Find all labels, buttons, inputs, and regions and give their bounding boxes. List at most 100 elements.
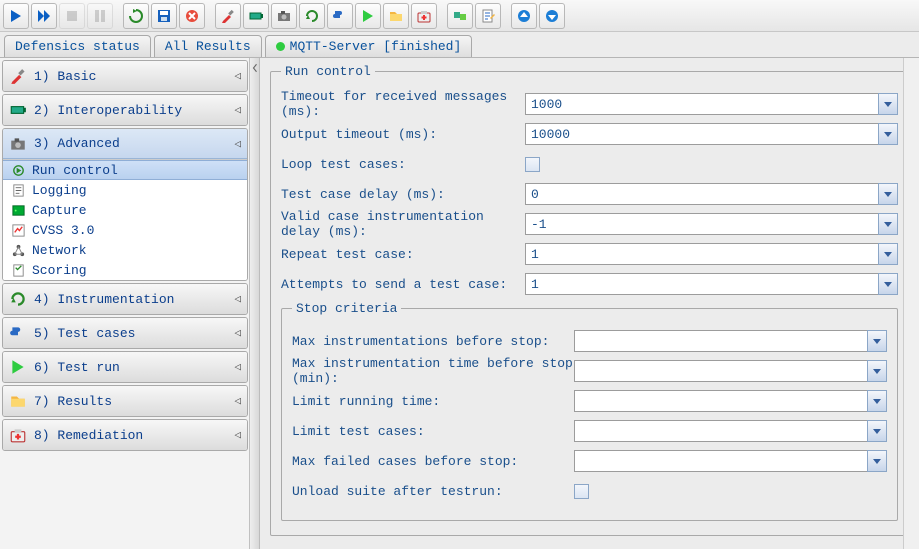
step-icon — [36, 8, 52, 24]
sidebar-section-0[interactable]: 1) Basic◁ — [3, 61, 247, 91]
field-label: Output timeout (ms): — [281, 127, 525, 142]
combo-input[interactable] — [525, 213, 878, 235]
dropdown-button[interactable] — [867, 390, 887, 412]
runcontrol-icon — [11, 163, 26, 178]
sidebar-item-capture[interactable]: Capture — [3, 200, 247, 220]
tab-label: All Results — [165, 39, 251, 54]
content-panel: Run control Timeout for received message… — [260, 58, 919, 549]
dropdown-button[interactable] — [878, 93, 898, 115]
toolbar-step-icon[interactable] — [31, 3, 57, 29]
dropdown-button[interactable] — [878, 273, 898, 295]
toolbar-refresh-icon[interactable] — [299, 3, 325, 29]
medkit-icon — [416, 8, 432, 24]
sidebar-section-5[interactable]: 6) Test run◁ — [3, 352, 247, 382]
form-row: Attempts to send a test case: — [281, 269, 898, 299]
toolbar-medkit-icon[interactable] — [411, 3, 437, 29]
toolbar-edit-doc-icon[interactable] — [475, 3, 501, 29]
tab-1[interactable]: All Results — [154, 35, 262, 57]
chevron-left-icon: ◁ — [234, 428, 241, 442]
combo-input[interactable] — [525, 183, 878, 205]
combo-input[interactable] — [525, 123, 878, 145]
toolbar-plugins-icon[interactable] — [447, 3, 473, 29]
battery-icon — [248, 8, 264, 24]
toolbar-camera-icon[interactable] — [271, 3, 297, 29]
field-label: Max failed cases before stop: — [292, 454, 574, 469]
battery-icon — [9, 101, 27, 119]
form-row: Loop test cases: — [281, 149, 898, 179]
dropdown-button[interactable] — [878, 243, 898, 265]
sidebar-section-label: 3) Advanced — [34, 136, 120, 151]
tab-label: MQTT-Server [finished] — [290, 39, 462, 54]
form-row: Unload suite after testrun: — [292, 476, 887, 506]
sidebar-collapse-handle[interactable] — [249, 58, 259, 549]
puzzle-icon — [332, 8, 348, 24]
form-row: Limit test cases: — [292, 416, 887, 446]
sidebar-section-2[interactable]: 3) Advanced◁ — [3, 129, 247, 159]
dropdown-button[interactable] — [867, 420, 887, 442]
toolbar-pipette-icon[interactable] — [215, 3, 241, 29]
sidebar-item-label: Scoring — [32, 263, 87, 278]
chevron-left-icon: ◁ — [234, 360, 241, 374]
dropdown-button[interactable] — [878, 183, 898, 205]
combo-input[interactable] — [574, 420, 867, 442]
field-label: Max instrumentation time before stop (mi… — [292, 356, 574, 386]
dropdown-button[interactable] — [867, 450, 887, 472]
toolbar-up-icon[interactable] — [511, 3, 537, 29]
chevron-left-icon: ◁ — [234, 103, 241, 117]
sidebar-section-3[interactable]: 4) Instrumentation ◁ — [3, 284, 247, 314]
toolbar-run-icon[interactable] — [355, 3, 381, 29]
scoring-icon — [11, 263, 26, 278]
chevron-left-icon: ◁ — [234, 69, 241, 83]
form-row: Timeout for received messages (ms): — [281, 89, 898, 119]
sidebar-section-7[interactable]: 8) Remediation ◁ — [3, 420, 247, 450]
toolbar-stop-icon[interactable] — [59, 3, 85, 29]
sidebar-section-label: 4) Instrumentation — [34, 292, 174, 307]
sidebar-item-network[interactable]: Network — [3, 240, 247, 260]
sidebar-item-logging[interactable]: Logging — [3, 180, 247, 200]
dropdown-button[interactable] — [867, 360, 887, 382]
combo-input[interactable] — [525, 273, 878, 295]
sidebar-item-scoring[interactable]: Scoring — [3, 260, 247, 280]
field-label: Valid case instrumentation delay (ms): — [281, 209, 525, 239]
checkbox[interactable] — [525, 157, 540, 172]
toolbar-down-icon[interactable] — [539, 3, 565, 29]
sidebar-item-label: Network — [32, 243, 87, 258]
toolbar-pause-icon[interactable] — [87, 3, 113, 29]
toolbar-folder-icon[interactable] — [383, 3, 409, 29]
dropdown-button[interactable] — [878, 213, 898, 235]
camera-icon — [9, 135, 27, 153]
sidebar-section-6[interactable]: 7) Results◁ — [3, 386, 247, 416]
sidebar-section-1[interactable]: 2) Interoperability◁ — [3, 95, 247, 125]
toolbar-save-icon[interactable] — [151, 3, 177, 29]
combo-input[interactable] — [525, 243, 878, 265]
tab-bar: Defensics status All Results MQTT-Server [… — [0, 32, 919, 58]
checkbox[interactable] — [574, 484, 589, 499]
chevron-left-icon: ◁ — [234, 292, 241, 306]
content-scrollbar[interactable] — [903, 58, 919, 549]
sidebar-section-4[interactable]: 5) Test cases◁ — [3, 318, 247, 348]
tab-0[interactable]: Defensics status — [4, 35, 151, 57]
toolbar-puzzle-icon[interactable] — [327, 3, 353, 29]
pipette-icon — [9, 67, 27, 85]
toolbar-reload-icon[interactable] — [123, 3, 149, 29]
combo-input[interactable] — [574, 390, 867, 412]
toolbar-battery-icon[interactable] — [243, 3, 269, 29]
dropdown-button[interactable] — [867, 330, 887, 352]
combo-input[interactable] — [574, 330, 867, 352]
toolbar-cancel-icon[interactable] — [179, 3, 205, 29]
tab-label: Defensics status — [15, 39, 140, 54]
toolbar-play-icon[interactable] — [3, 3, 29, 29]
combo-input[interactable] — [574, 450, 867, 472]
tab-2[interactable]: MQTT-Server [finished] — [265, 35, 473, 57]
camera-icon — [276, 8, 292, 24]
sidebar-item-run-control[interactable]: Run control — [3, 160, 247, 180]
field-label: Timeout for received messages (ms): — [281, 89, 525, 119]
sidebar-item-cvss-3-0[interactable]: CVSS 3.0 — [3, 220, 247, 240]
chevron-left-icon: ◁ — [234, 326, 241, 340]
sidebar-section-label: 8) Remediation — [34, 428, 143, 443]
dropdown-button[interactable] — [878, 123, 898, 145]
sidebar: 1) Basic◁ 2) Interoperability◁ 3) Advanced… — [0, 58, 260, 549]
combo-input[interactable] — [574, 360, 867, 382]
status-dot-icon — [276, 42, 285, 51]
combo-input[interactable] — [525, 93, 878, 115]
